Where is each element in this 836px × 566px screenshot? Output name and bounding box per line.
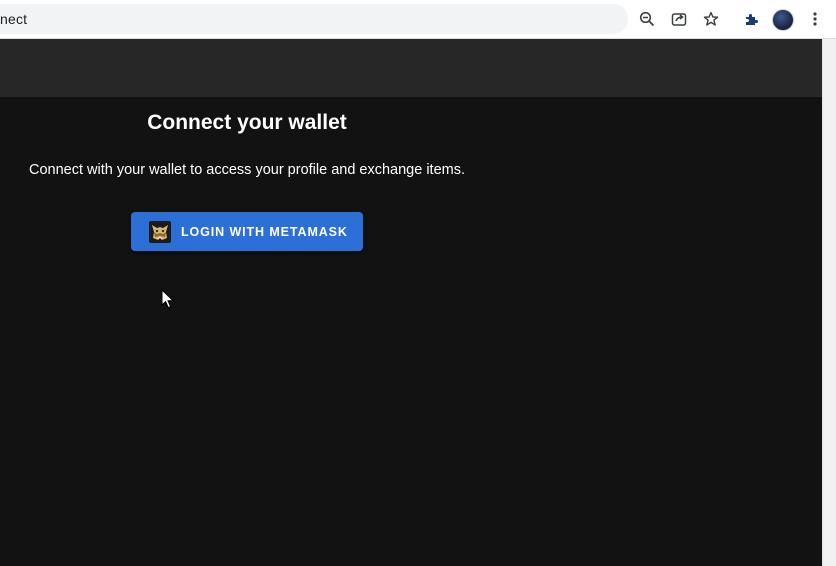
screen: nect Connect your wallet Connect with yo…	[0, 0, 836, 566]
mouse-cursor-icon	[161, 289, 175, 309]
login-button-label: LOGIN WITH METAMASK	[181, 224, 348, 239]
address-bar[interactable]: nect	[0, 4, 628, 34]
metamask-fox-icon	[149, 220, 171, 243]
more-menu-icon[interactable]	[805, 9, 825, 29]
share-icon[interactable]	[669, 9, 689, 29]
zoom-out-icon[interactable]	[637, 9, 657, 29]
address-bar-url: nect	[0, 11, 28, 27]
vertical-scrollbar[interactable]	[822, 39, 836, 566]
main-content: Connect your wallet Connect with your wa…	[0, 97, 822, 566]
browser-toolbar: nect	[0, 0, 836, 39]
login-with-metamask-button[interactable]: LOGIN WITH METAMASK	[131, 212, 363, 251]
page-title: Connect your wallet	[147, 111, 347, 134]
app-header	[0, 39, 822, 97]
star-icon[interactable]	[701, 9, 721, 29]
extensions-icon[interactable]	[741, 9, 761, 29]
page-description: Connect with your wallet to access your …	[28, 162, 466, 178]
profile-avatar[interactable]	[772, 9, 794, 31]
